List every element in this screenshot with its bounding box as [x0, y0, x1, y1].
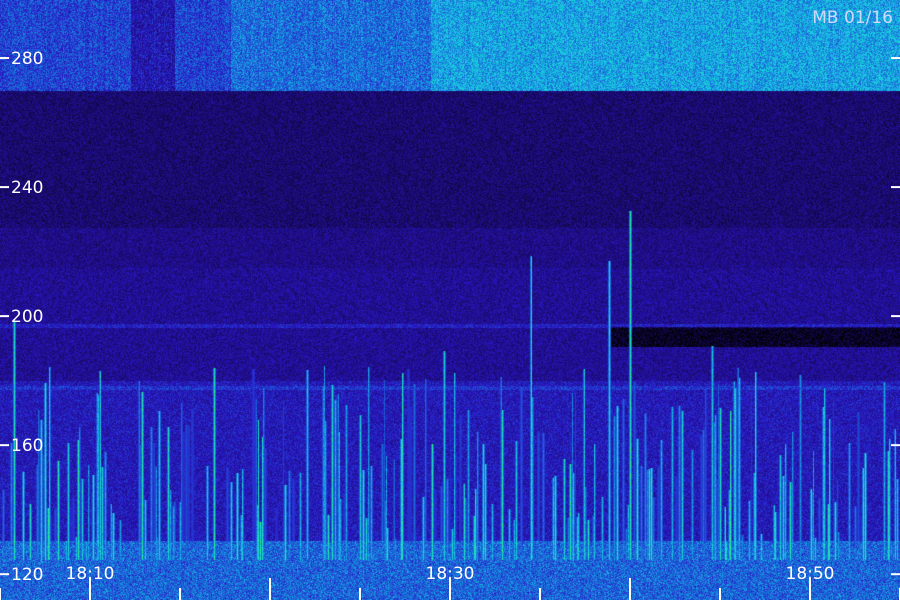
y-tick-label: 280: [11, 49, 43, 69]
x-tick-label: 18:30: [426, 564, 475, 584]
y-tick-label: 160: [11, 436, 43, 456]
chart-stamp: MB 01/16: [812, 8, 893, 28]
x-tick-label: 18:50: [786, 564, 835, 584]
y-axis: 120 160 200 240 280: [0, 49, 900, 585]
x-tick-label: 18:10: [66, 564, 115, 584]
y-tick-label: 120: [11, 565, 43, 585]
spectrogram-axes: 120 160 200 240 280 18:10 18:30 18:50 MB 01/16: [0, 8, 900, 600]
spectrogram-chart: 120 160 200 240 280 18:10 18:30 18:50 MB 01/16: [0, 0, 900, 600]
y-tick-label: 240: [11, 178, 43, 198]
y-tick-label: 200: [11, 307, 43, 327]
x-axis: 18:10 18:30 18:50: [0, 564, 900, 600]
